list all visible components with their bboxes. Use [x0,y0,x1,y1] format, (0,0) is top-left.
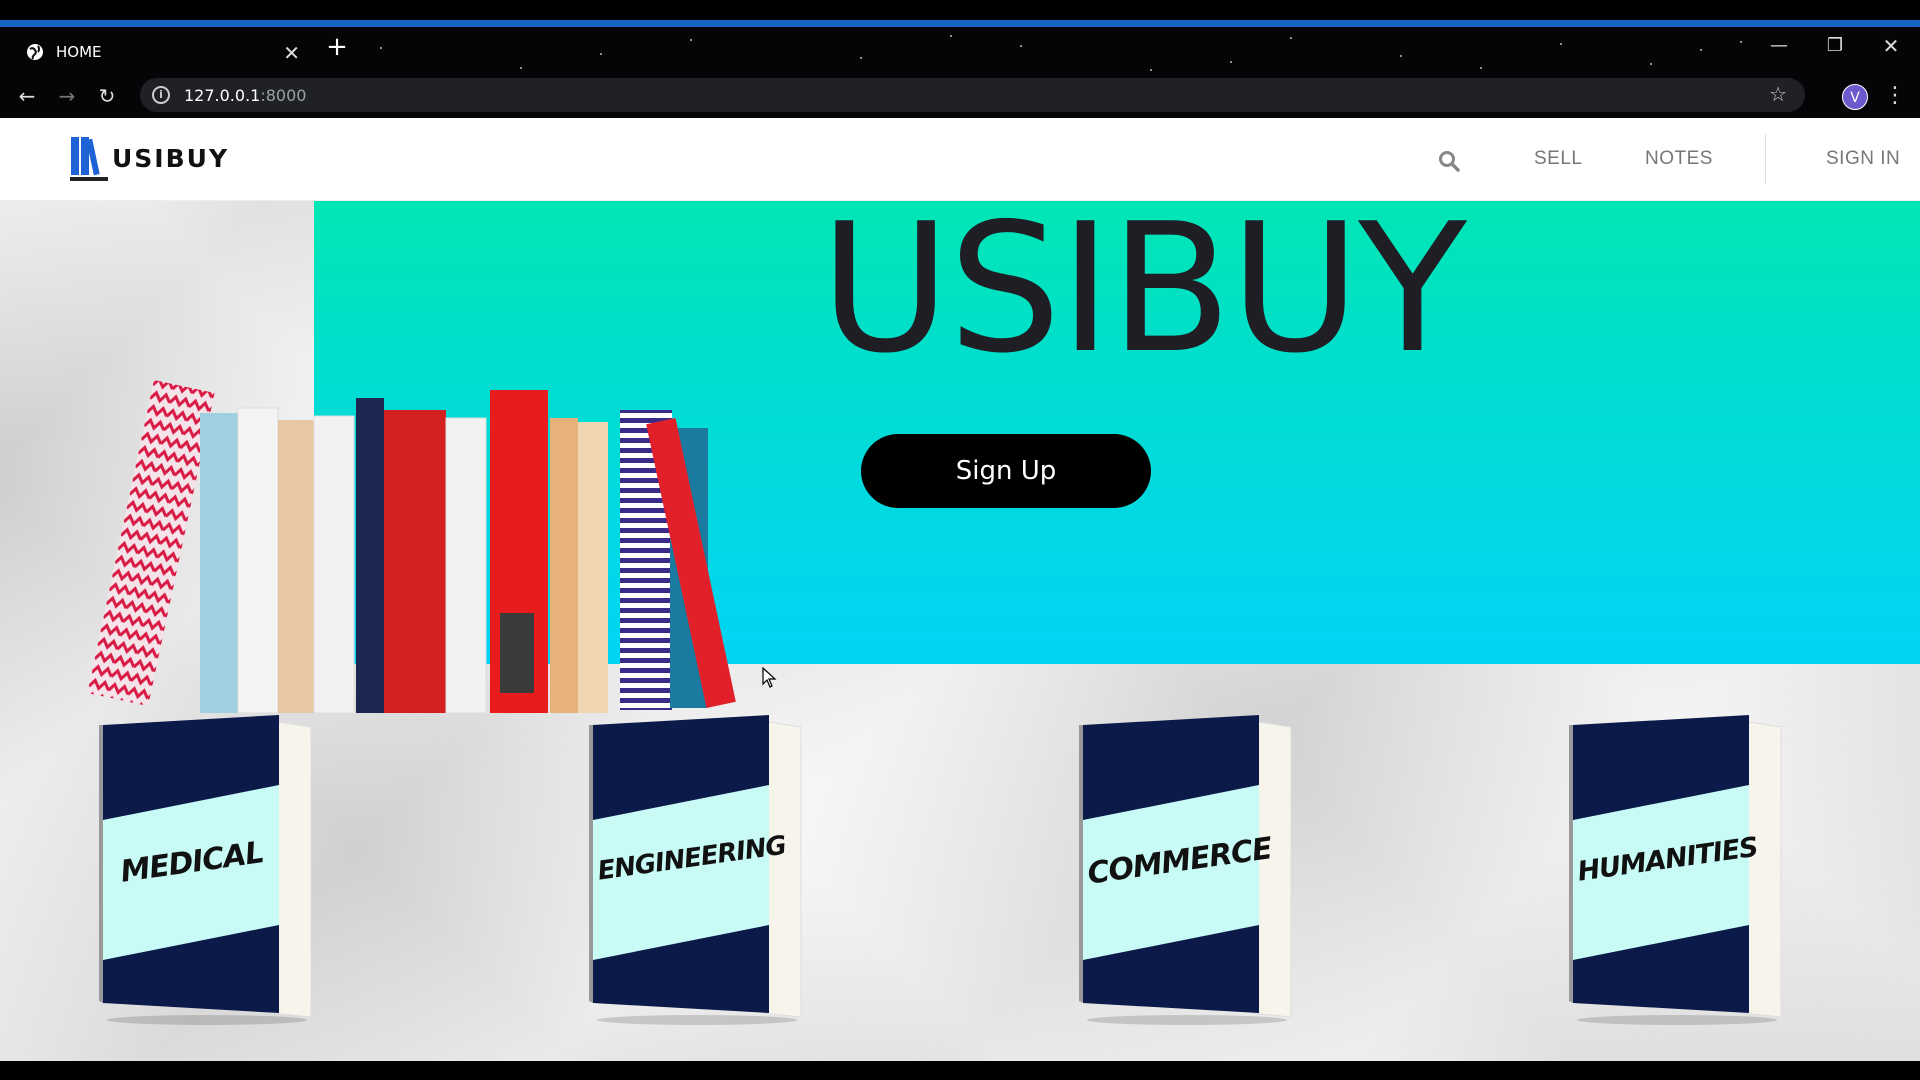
close-icon[interactable]: ✕ [283,41,300,65]
hero-title: USIBUY [820,185,1467,392]
globe-icon [26,43,44,61]
mouse-cursor-icon [762,666,778,693]
nav-notes-link[interactable]: NOTES [1645,148,1713,170]
reload-icon[interactable]: ↻ [92,82,122,112]
nav-sell-link[interactable]: SELL [1534,148,1582,170]
browser-accent-bar [0,20,1920,27]
category-card-medical[interactable]: MEDICAL [97,715,317,1025]
nav-sign-in-link[interactable]: SIGN IN [1826,148,1900,170]
category-card-engineering[interactable]: ENGINEERING [587,715,807,1025]
browser-chrome: HOME ✕ + — ❐ ✕ ← → ↻ i 127.0.0.1 :8000 ☆… [0,27,1920,118]
screen-bottom-bar [0,1061,1920,1080]
address-row: ← → ↻ i 127.0.0.1 :8000 ☆ V ⋮ [0,76,1920,116]
info-icon[interactable]: i [152,86,170,104]
profile-avatar[interactable]: V [1842,84,1868,110]
new-tab-button[interactable]: + [322,33,352,63]
tab-title: HOME [56,43,102,61]
back-icon[interactable]: ← [12,82,42,112]
url-port: :8000 [260,85,307,105]
search-icon[interactable] [1438,150,1460,176]
category-card-commerce[interactable]: COMMERCE [1077,715,1297,1025]
minimize-icon[interactable]: — [1756,35,1802,61]
category-card-humanities[interactable]: HUMANITIES [1567,715,1787,1025]
nav-divider [1765,134,1766,184]
restore-icon[interactable]: ❐ [1812,35,1858,61]
books-logo-icon [70,137,108,183]
close-window-icon[interactable]: ✕ [1868,35,1914,61]
brand-name: USIBUY [112,144,230,173]
browser-tab[interactable]: HOME ✕ [10,33,310,71]
star-icon[interactable]: ☆ [1769,82,1787,106]
site-logo[interactable]: USIBUY [70,135,229,183]
web-page: USIBUY SELL NOTES SIGN IN USIBUY Sign Up… [0,118,1920,1061]
books-illustration [80,378,780,742]
forward-icon[interactable]: → [52,82,82,112]
sign-up-button[interactable]: Sign Up [861,434,1151,508]
screen-top-bar [0,0,1920,20]
url-host: 127.0.0.1 [184,85,261,105]
kebab-menu-icon[interactable]: ⋮ [1884,82,1906,112]
address-bar[interactable]: i 127.0.0.1 :8000 ☆ [140,78,1805,112]
